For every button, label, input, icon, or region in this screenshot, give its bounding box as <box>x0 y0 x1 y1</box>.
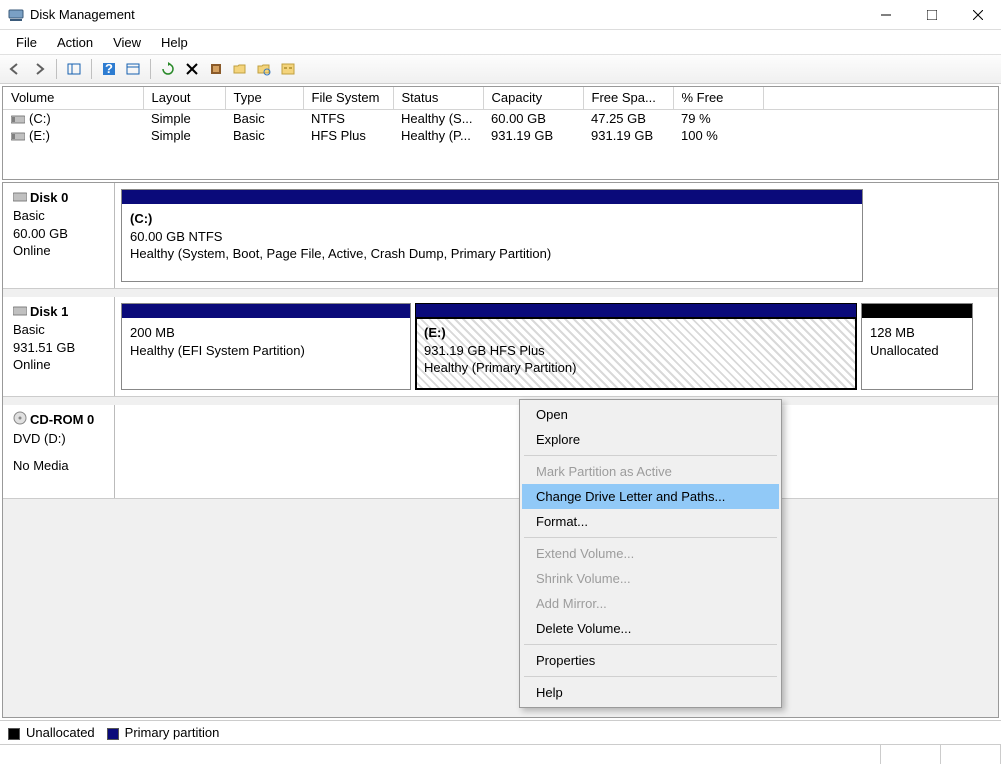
window-title: Disk Management <box>30 7 863 22</box>
minimize-button[interactable] <box>863 0 909 30</box>
col-file-system[interactable]: File System <box>303 87 393 109</box>
menu-separator <box>524 537 777 538</box>
toolbar-open-icon[interactable] <box>229 58 251 80</box>
col-layout[interactable]: Layout <box>143 87 225 109</box>
partition[interactable]: (C:)60.00 GB NTFSHealthy (System, Boot, … <box>121 189 863 282</box>
maximize-button[interactable] <box>909 0 955 30</box>
legend-item: Primary partition <box>107 725 220 740</box>
disk-row: Disk 1Basic931.51 GBOnline200 MBHealthy … <box>3 297 998 397</box>
drive-icon <box>11 128 25 138</box>
partition[interactable]: (E:)931.19 GB HFS PlusHealthy (Primary P… <box>415 303 857 390</box>
toolbar-forward-icon[interactable] <box>28 58 50 80</box>
disk-row: Disk 0Basic60.00 GBOnline(C:)60.00 GB NT… <box>3 183 998 289</box>
volume-row[interactable]: (C:)SimpleBasicNTFSHealthy (S...60.00 GB… <box>3 109 998 127</box>
ctx-change-drive-letter-and-paths[interactable]: Change Drive Letter and Paths... <box>522 484 779 509</box>
legend-swatch <box>107 728 119 740</box>
ctx-properties[interactable]: Properties <box>522 648 779 673</box>
menu-help[interactable]: Help <box>151 32 198 53</box>
menu-file[interactable]: File <box>6 32 47 53</box>
cd-icon <box>13 411 27 430</box>
ctx-mark-partition-as-active: Mark Partition as Active <box>522 459 779 484</box>
disk-info[interactable]: Disk 1Basic931.51 GBOnline <box>3 297 115 396</box>
titlebar: Disk Management <box>0 0 1001 30</box>
drive-icon <box>11 111 25 121</box>
menu-separator <box>524 676 777 677</box>
menu-separator <box>524 644 777 645</box>
partition-header <box>862 304 972 318</box>
toolbar-refresh-icon[interactable] <box>157 58 179 80</box>
toolbar-settings-icon[interactable] <box>277 58 299 80</box>
hdd-icon <box>13 304 27 322</box>
partition-header <box>122 190 862 204</box>
partition-header <box>416 304 856 318</box>
ctx-delete-volume[interactable]: Delete Volume... <box>522 616 779 641</box>
disk-row: CD-ROM 0DVD (D:)No Media <box>3 405 998 499</box>
legend-item: Unallocated <box>8 725 95 740</box>
toolbar-unknown-icon[interactable] <box>205 58 227 80</box>
toolbar-detail-icon[interactable] <box>253 58 275 80</box>
ctx-shrink-volume: Shrink Volume... <box>522 566 779 591</box>
disk-info[interactable]: Disk 0Basic60.00 GBOnline <box>3 183 115 288</box>
col-volume[interactable]: Volume <box>3 87 143 109</box>
volume-list[interactable]: VolumeLayoutTypeFile SystemStatusCapacit… <box>2 86 999 180</box>
partition[interactable]: 200 MBHealthy (EFI System Partition) <box>121 303 411 390</box>
volume-row[interactable]: (E:)SimpleBasicHFS PlusHealthy (P...931.… <box>3 127 998 144</box>
col-capacity[interactable]: Capacity <box>483 87 583 109</box>
context-menu[interactable]: OpenExplore Mark Partition as ActiveChang… <box>519 399 782 708</box>
col-status[interactable]: Status <box>393 87 483 109</box>
ctx-open[interactable]: Open <box>522 402 779 427</box>
app-icon <box>8 7 24 23</box>
volume-headers[interactable]: VolumeLayoutTypeFile SystemStatusCapacit… <box>3 87 998 109</box>
menu-separator <box>524 455 777 456</box>
toolbar-show-hide-icon[interactable] <box>63 58 85 80</box>
partition[interactable]: 128 MBUnallocated <box>861 303 973 390</box>
ctx-help[interactable]: Help <box>522 680 779 705</box>
legend: Unallocated Primary partition <box>0 720 1001 744</box>
status-bar <box>0 744 1001 764</box>
menu-view[interactable]: View <box>103 32 151 53</box>
hdd-icon <box>13 190 27 208</box>
ctx-format[interactable]: Format... <box>522 509 779 534</box>
disk-map: Disk 0Basic60.00 GBOnline(C:)60.00 GB NT… <box>2 182 999 718</box>
ctx-explore[interactable]: Explore <box>522 427 779 452</box>
ctx-extend-volume: Extend Volume... <box>522 541 779 566</box>
svg-text:?: ? <box>105 62 113 76</box>
col--free[interactable]: % Free <box>673 87 763 109</box>
window-buttons <box>863 0 1001 29</box>
toolbar-delete-icon[interactable] <box>181 58 203 80</box>
col-free-spa-[interactable]: Free Spa... <box>583 87 673 109</box>
close-button[interactable] <box>955 0 1001 30</box>
disk-info[interactable]: CD-ROM 0DVD (D:)No Media <box>3 405 115 498</box>
menubar: FileActionViewHelp <box>0 30 1001 54</box>
toolbar-back-icon[interactable] <box>4 58 26 80</box>
ctx-add-mirror: Add Mirror... <box>522 591 779 616</box>
menu-action[interactable]: Action <box>47 32 103 53</box>
toolbar-help-icon[interactable]: ? <box>98 58 120 80</box>
toolbar: ? <box>0 54 1001 84</box>
legend-swatch <box>8 728 20 740</box>
toolbar-properties-icon[interactable] <box>122 58 144 80</box>
partition-header <box>122 304 410 318</box>
col-type[interactable]: Type <box>225 87 303 109</box>
